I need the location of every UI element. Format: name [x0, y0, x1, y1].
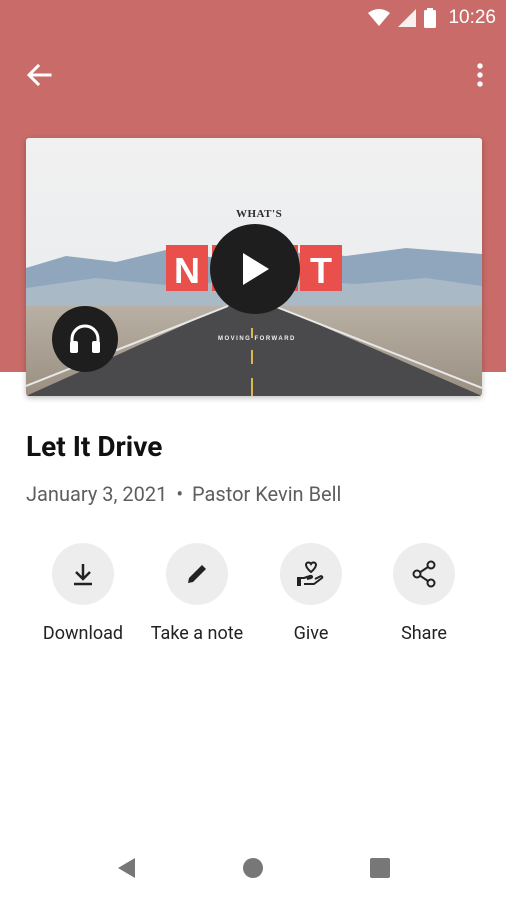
download-button-circle[interactable] — [52, 543, 114, 605]
take-note-button-circle[interactable] — [166, 543, 228, 605]
share-button[interactable]: Share — [364, 543, 484, 644]
take-note-button[interactable]: Take a note — [137, 543, 257, 644]
download-icon — [74, 564, 92, 586]
sermon-meta: January 3, 2021 • Pastor Kevin Bell — [26, 482, 341, 506]
battery-icon — [424, 8, 437, 28]
play-button[interactable] — [210, 224, 300, 314]
artwork-tagline: MOVING FORWARD — [218, 336, 296, 342]
sermon-title: Let It Drive — [26, 430, 163, 463]
nav-recents-square-icon — [370, 858, 390, 878]
more-options-button[interactable] — [470, 58, 490, 92]
pencil-icon — [188, 565, 206, 583]
headphones-icon — [70, 324, 100, 353]
share-icon — [412, 560, 436, 588]
svg-text:T: T — [310, 250, 332, 291]
download-label: Download — [42, 623, 124, 644]
take-note-label: Take a note — [150, 623, 244, 644]
download-button[interactable]: Download — [23, 543, 143, 644]
sermon-date: January 3, 2021 — [26, 482, 168, 506]
sermon-speaker: Pastor Kevin Bell — [192, 482, 342, 506]
svg-text:N: N — [174, 250, 200, 291]
give-button[interactable]: Give — [251, 543, 371, 644]
give-label: Give — [293, 623, 329, 644]
status-time: 10:26 — [448, 7, 496, 28]
nav-home-circle-icon — [243, 858, 263, 878]
app-bar — [0, 50, 506, 100]
nav-back-button[interactable] — [106, 854, 146, 882]
share-button-circle[interactable] — [393, 543, 455, 605]
meta-separator: • — [176, 482, 184, 506]
nav-home-button[interactable] — [233, 854, 273, 882]
give-button-circle[interactable] — [280, 543, 342, 605]
nav-back-triangle-icon — [118, 858, 135, 878]
arrow-left-icon — [26, 63, 52, 87]
cell-signal-icon — [398, 9, 417, 27]
sermon-media-card[interactable]: N E X T WHAT'S MOVING FORWARD — [26, 138, 482, 396]
nav-recents-button[interactable] — [360, 854, 400, 882]
action-row: Download Take a note Give Share — [0, 543, 506, 653]
status-bar: 10:26 — [0, 0, 506, 36]
play-icon — [243, 253, 269, 285]
more-vertical-icon — [477, 63, 483, 87]
artwork-small-text: WHAT'S — [236, 208, 283, 220]
system-navigation-bar — [0, 834, 506, 900]
wifi-icon — [368, 9, 391, 27]
give-hand-heart-icon — [297, 561, 324, 586]
share-label: Share — [401, 623, 447, 644]
audio-listen-button[interactable] — [52, 306, 118, 372]
back-button[interactable] — [22, 60, 56, 90]
